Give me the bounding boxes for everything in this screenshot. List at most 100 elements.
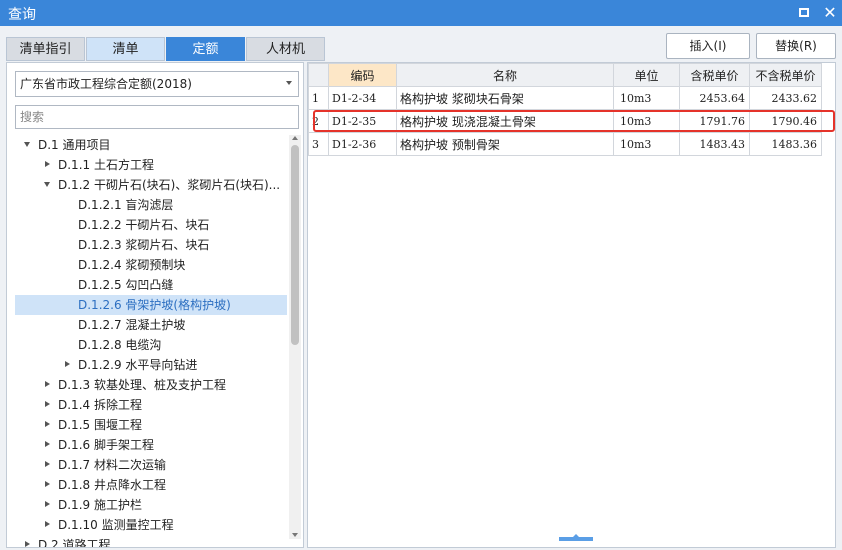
tree-item-label: D.1.2.6 骨架护坡(格构护坡) [78, 298, 231, 312]
tree-item[interactable]: D.1.5 围堰工程 [15, 415, 287, 435]
column-header-price-notax[interactable]: 不含税单价 [749, 63, 822, 87]
row-index[interactable]: 2 [308, 109, 329, 133]
title-bar: 查询 ✕ [0, 0, 842, 26]
tree-item[interactable]: D.1.3 软基处理、桩及支护工程 [15, 375, 287, 395]
cell-name[interactable]: 格构护坡 浆砌块石骨架 [396, 86, 614, 110]
collapsed-arrow-icon[interactable] [45, 401, 50, 407]
collapsed-arrow-icon[interactable] [45, 461, 50, 467]
scroll-up-icon[interactable] [292, 136, 298, 140]
tree-item[interactable]: D.1.2.8 电缆沟 [15, 335, 287, 355]
column-header-price-tax[interactable]: 含税单价 [679, 63, 750, 87]
cell-code[interactable]: D1-2-35 [328, 109, 397, 133]
search-input[interactable] [15, 105, 299, 129]
tree-item[interactable]: D.1.2.9 水平导向钻进 [15, 355, 287, 375]
tree-item-label: D.2 道路工程 [38, 538, 111, 547]
scroll-down-icon[interactable] [292, 533, 298, 537]
tree-item[interactable]: D.1.1 土石方工程 [15, 155, 287, 175]
table-row[interactable]: 1 D1-2-34 格构护坡 浆砌块石骨架 10m3 2453.64 2433.62 [308, 86, 822, 110]
collapsed-arrow-icon[interactable] [45, 421, 50, 427]
tree-item[interactable]: D.1.6 脚手架工程 [15, 435, 287, 455]
row-index[interactable]: 3 [308, 132, 329, 156]
table-row[interactable]: 2 D1-2-35 格构护坡 现浇混凝土骨架 10m3 1791.76 1790.46 [308, 109, 822, 133]
tree-item[interactable]: D.1.2.5 勾凹凸缝 [15, 275, 287, 295]
tab-labor-material[interactable]: 人材机 [246, 37, 325, 61]
expanded-arrow-icon[interactable] [44, 182, 50, 187]
cell-code[interactable]: D1-2-34 [328, 86, 397, 110]
maximize-icon [799, 8, 809, 17]
tree-item[interactable]: D.1.2.7 混凝土护坡 [15, 315, 287, 335]
tree-item[interactable]: D.1.10 监测量控工程 [15, 515, 287, 535]
tree-item-label: D.1.1 土石方工程 [58, 158, 154, 172]
collapsed-arrow-icon[interactable] [45, 161, 50, 167]
tab-quota[interactable]: 定额 [166, 37, 245, 61]
quota-tree-panel: 广东省市政工程综合定额(2018) D.1 通用项目D.1.1 土石方工程D.1… [6, 62, 304, 548]
tree-item-label: D.1.2.7 混凝土护坡 [78, 318, 186, 332]
column-header-unit[interactable]: 单位 [613, 63, 680, 87]
column-header-name[interactable]: 名称 [396, 63, 614, 87]
query-dialog: 查询 ✕ 清单指引 清单 定额 人材机 插入(I) 替换(R) 广东省市政工程综… [0, 0, 842, 550]
tab-bill[interactable]: 清单 [86, 37, 165, 61]
cell-price-tax[interactable]: 2453.64 [679, 86, 750, 110]
tree-item-label: D.1.5 围堰工程 [58, 418, 142, 432]
quota-table: 编码 名称 单位 含税单价 不含税单价 1 D1-2-34 格构护坡 浆砌块石骨架 1… [308, 63, 822, 156]
tree-item[interactable]: D.1.2.4 浆砌预制块 [15, 255, 287, 275]
cell-unit[interactable]: 10m3 [613, 109, 680, 133]
replace-button[interactable]: 替换(R) [756, 33, 836, 59]
tree-item-label: D.1.6 脚手架工程 [58, 438, 154, 452]
collapsed-arrow-icon[interactable] [25, 541, 30, 547]
tree-item-label: D.1.10 监测量控工程 [58, 518, 174, 532]
collapsed-arrow-icon[interactable] [65, 361, 70, 367]
chapter-tree: D.1 通用项目 D.1.1 土石方工程 D.1.2 干砌片石(块石)、浆砌片石(块… [15, 135, 287, 547]
tree-item[interactable]: D.1.2.2 干砌片石、块石 [15, 215, 287, 235]
tree-item-label: D.1.2.9 水平导向钻进 [78, 358, 198, 372]
table-row[interactable]: 3 D1-2-36 格构护坡 预制骨架 10m3 1483.43 1483.36 [308, 132, 822, 156]
close-icon: ✕ [823, 3, 837, 22]
tree-item[interactable]: D.1.7 材料二次运输 [15, 455, 287, 475]
cell-unit[interactable]: 10m3 [613, 86, 680, 110]
row-index-header [308, 63, 329, 87]
tree-item[interactable]: D.1.2.6 骨架护坡(格构护坡) [15, 295, 287, 315]
tree-item-label: D.1.2.5 勾凹凸缝 [78, 278, 174, 292]
cell-name[interactable]: 格构护坡 现浇混凝土骨架 [396, 109, 614, 133]
tree-item[interactable]: D.1 通用项目 [15, 135, 287, 155]
tab-bill-guide[interactable]: 清单指引 [6, 37, 85, 61]
tree-item[interactable]: D.1.8 井点降水工程 [15, 475, 287, 495]
collapsed-arrow-icon[interactable] [45, 501, 50, 507]
tree-item[interactable]: D.1.9 施工护栏 [15, 495, 287, 515]
collapsed-arrow-icon[interactable] [45, 521, 50, 527]
cell-price-notax[interactable]: 1483.36 [749, 132, 822, 156]
tree-item[interactable]: D.1.2.1 盲沟滤层 [15, 195, 287, 215]
close-button[interactable]: ✕ [820, 3, 840, 23]
splitter-grip[interactable] [559, 534, 593, 541]
tree-item-label: D.1.2.8 电缆沟 [78, 338, 162, 352]
expanded-arrow-icon[interactable] [24, 142, 30, 147]
cell-price-notax[interactable]: 2433.62 [749, 86, 822, 110]
tree-item[interactable]: D.1.2.3 浆砌片石、块石 [15, 235, 287, 255]
maximize-button[interactable] [794, 3, 814, 23]
collapsed-arrow-icon[interactable] [45, 481, 50, 487]
tree-item-label: D.1.2.4 浆砌预制块 [78, 258, 186, 272]
cell-name[interactable]: 格构护坡 预制骨架 [396, 132, 614, 156]
chevron-down-icon [286, 81, 292, 85]
cell-price-tax[interactable]: 1791.76 [679, 109, 750, 133]
cell-price-notax[interactable]: 1790.46 [749, 109, 822, 133]
tree-scrollbar[interactable] [289, 135, 301, 539]
scroll-thumb[interactable] [291, 145, 299, 345]
collapsed-arrow-icon[interactable] [45, 441, 50, 447]
window-title: 查询 [8, 7, 36, 23]
tree-item-label: D.1.8 井点降水工程 [58, 478, 166, 492]
tree-item-label: D.1.3 软基处理、桩及支护工程 [58, 378, 226, 392]
column-header-code[interactable]: 编码 [328, 63, 397, 87]
cell-unit[interactable]: 10m3 [613, 132, 680, 156]
cell-code[interactable]: D1-2-36 [328, 132, 397, 156]
row-index[interactable]: 1 [308, 86, 329, 110]
tree-item[interactable]: D.2 道路工程 [15, 535, 287, 547]
tree-item-label: D.1.9 施工护栏 [58, 498, 142, 512]
tree-item[interactable]: D.1.4 拆除工程 [15, 395, 287, 415]
insert-button[interactable]: 插入(I) [666, 33, 750, 59]
tree-item[interactable]: D.1.2 干砌片石(块石)、浆砌片石(块石)... [15, 175, 287, 195]
cell-price-tax[interactable]: 1483.43 [679, 132, 750, 156]
table-header-row: 编码 名称 单位 含税单价 不含税单价 [308, 63, 822, 87]
collapsed-arrow-icon[interactable] [45, 381, 50, 387]
quota-library-select[interactable]: 广东省市政工程综合定额(2018) [15, 71, 299, 97]
